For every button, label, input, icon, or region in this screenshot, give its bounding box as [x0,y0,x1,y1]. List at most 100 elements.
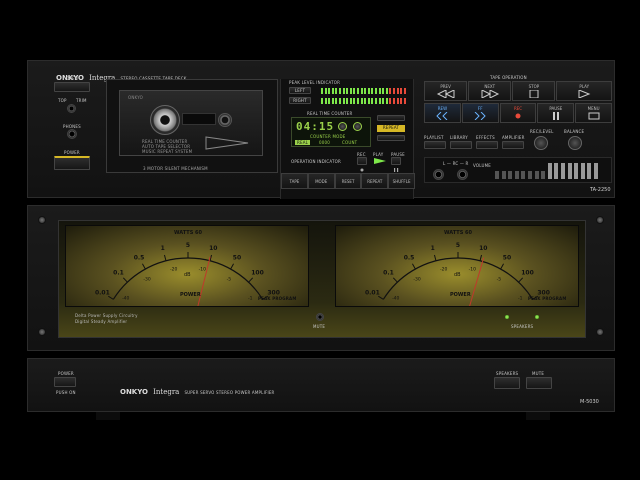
volume-slider[interactable] [495,161,605,181]
cassette-deck: ONKYO Integra STEREO CASSETTE TAPE DECK … [27,60,615,199]
vu-scale-label: 10 [479,245,487,252]
mic-jack-left[interactable] [433,169,444,180]
next-button[interactable]: NEXT [468,81,512,101]
rec-icon [515,113,521,119]
real-time-counter: 04:15 COUNTER MODE REAL 0000 COUNT [291,117,371,147]
peak-segment [382,98,385,104]
mode-indicator-top [377,115,405,121]
counter-mode-zero[interactable]: 0000 [319,140,330,145]
mode-button[interactable]: MODE [307,173,335,189]
cassette-door[interactable]: ONKYO REAL TIME COUNTER AUTO TAPE SELECT… [106,79,278,173]
playlist-key[interactable] [424,141,446,149]
counter-mode-real[interactable]: REAL [295,140,311,145]
reset-button[interactable]: RESET [334,173,362,189]
peak-segment [331,88,334,94]
deck-power-button[interactable] [54,156,90,170]
peak-segment [375,88,377,94]
volume-step [554,163,559,179]
stop-button[interactable]: STOP [512,81,556,101]
vu-tick [230,263,235,270]
speaker-led-b [535,315,539,319]
rew-button[interactable]: REW [424,103,461,123]
volume-step [521,171,526,179]
phones-jack[interactable] [67,129,77,139]
amp-power-button[interactable] [54,377,76,387]
vu-tick [163,254,167,261]
peak-segment [367,98,370,104]
vu-scale-label: 5 [186,242,190,249]
peak-segment [396,98,399,104]
peak-segment [389,98,392,104]
volume-panel: L — RC — R VOLUME [424,157,612,183]
trim-knob[interactable] [67,104,76,113]
menu-icon [588,112,600,120]
right-label: RIGHT [293,98,307,103]
ff-icon [474,112,486,120]
vu-db-label: -20 [170,266,177,272]
amplifier-key[interactable] [502,141,524,149]
trim-label: TRIM [76,98,87,103]
vu-needle [197,256,211,306]
next-icon [481,90,499,98]
playlist-button[interactable]: PLAYLIST [424,135,446,149]
repeat-led-label: REPEAT [382,125,400,130]
amplifier-label: AMPLIFIER [502,135,525,140]
meter-window: 0.01 0.1 0.5 1 5 10 50 100 300 -40 -30 -20 -10 -5 -1 W… [58,220,586,338]
volume-step [580,163,585,179]
tape-button[interactable]: TAPE [281,173,308,189]
peak-segment [353,88,356,94]
function-buttons: PLAYLIST LIBRARY EFFECTS AMPLIFIER [424,135,525,149]
amp-speakers-button[interactable] [494,377,520,389]
vu-tick [378,295,384,300]
repeat-button[interactable]: REPEAT [361,173,389,189]
mode-indicator-bottom [377,135,405,141]
play-button[interactable]: PLAY [556,81,612,101]
amp-note-1: Delta Power Supply Circuitry [75,313,138,318]
foot-left [96,412,120,420]
open-button[interactable] [54,82,90,92]
peak-segment [335,88,338,94]
stop-icon [529,90,539,98]
reset-button-label: RESET [341,179,355,184]
library-button[interactable]: LIBRARY [450,135,472,149]
amp-mute-button[interactable] [526,377,552,389]
rec-button[interactable]: REC [499,103,537,123]
volume-step [528,171,532,179]
volume-step [534,171,539,179]
vu-db-label: -30 [413,276,420,282]
peak-segment [385,88,388,94]
vu-db-label: -40 [122,295,129,301]
peak-segment [378,88,381,94]
peak-segment [339,88,341,94]
effects-button[interactable]: EFFECTS [476,135,498,149]
library-key[interactable] [450,141,472,149]
volume-step [514,171,519,179]
pause-button-label: PAUSE [549,106,563,111]
balance-knob[interactable] [568,136,582,150]
prev-button[interactable]: PREV [424,81,468,101]
vu-db-label: -10 [469,266,476,272]
effects-key[interactable] [476,141,498,149]
counter-mode-count[interactable]: COUNT [342,140,357,145]
peak-segment [375,98,377,104]
tape-window [182,113,216,125]
vu-needle [469,257,485,306]
amplifier-button[interactable]: AMPLIFIER [502,135,525,149]
deck-display-panel: PEAK LEVEL INDICATOR LEFT RIGHT REAL TIM… [280,79,415,199]
tape-button-label: TAPE [289,179,300,184]
peak-segment [335,98,338,104]
shuffle-button[interactable]: SHUFFLE [388,173,415,189]
ff-button[interactable]: FF [461,103,499,123]
menu-button[interactable]: MENU [575,103,612,123]
peak-segment [364,98,367,104]
mute-indicator[interactable] [316,313,324,321]
speaker-led-a [505,315,509,319]
mic-jack-right[interactable] [457,169,468,180]
rec-level-knob[interactable] [534,136,548,150]
shuffle-button-label: SHUFFLE [392,179,411,184]
pause-button[interactable]: PAUSE [537,103,575,123]
volume-step [508,171,513,179]
repeat-button-label: REPEAT [367,179,383,184]
vu-scale-label: 1 [161,245,165,252]
vu-db-label: -5 [497,276,502,282]
